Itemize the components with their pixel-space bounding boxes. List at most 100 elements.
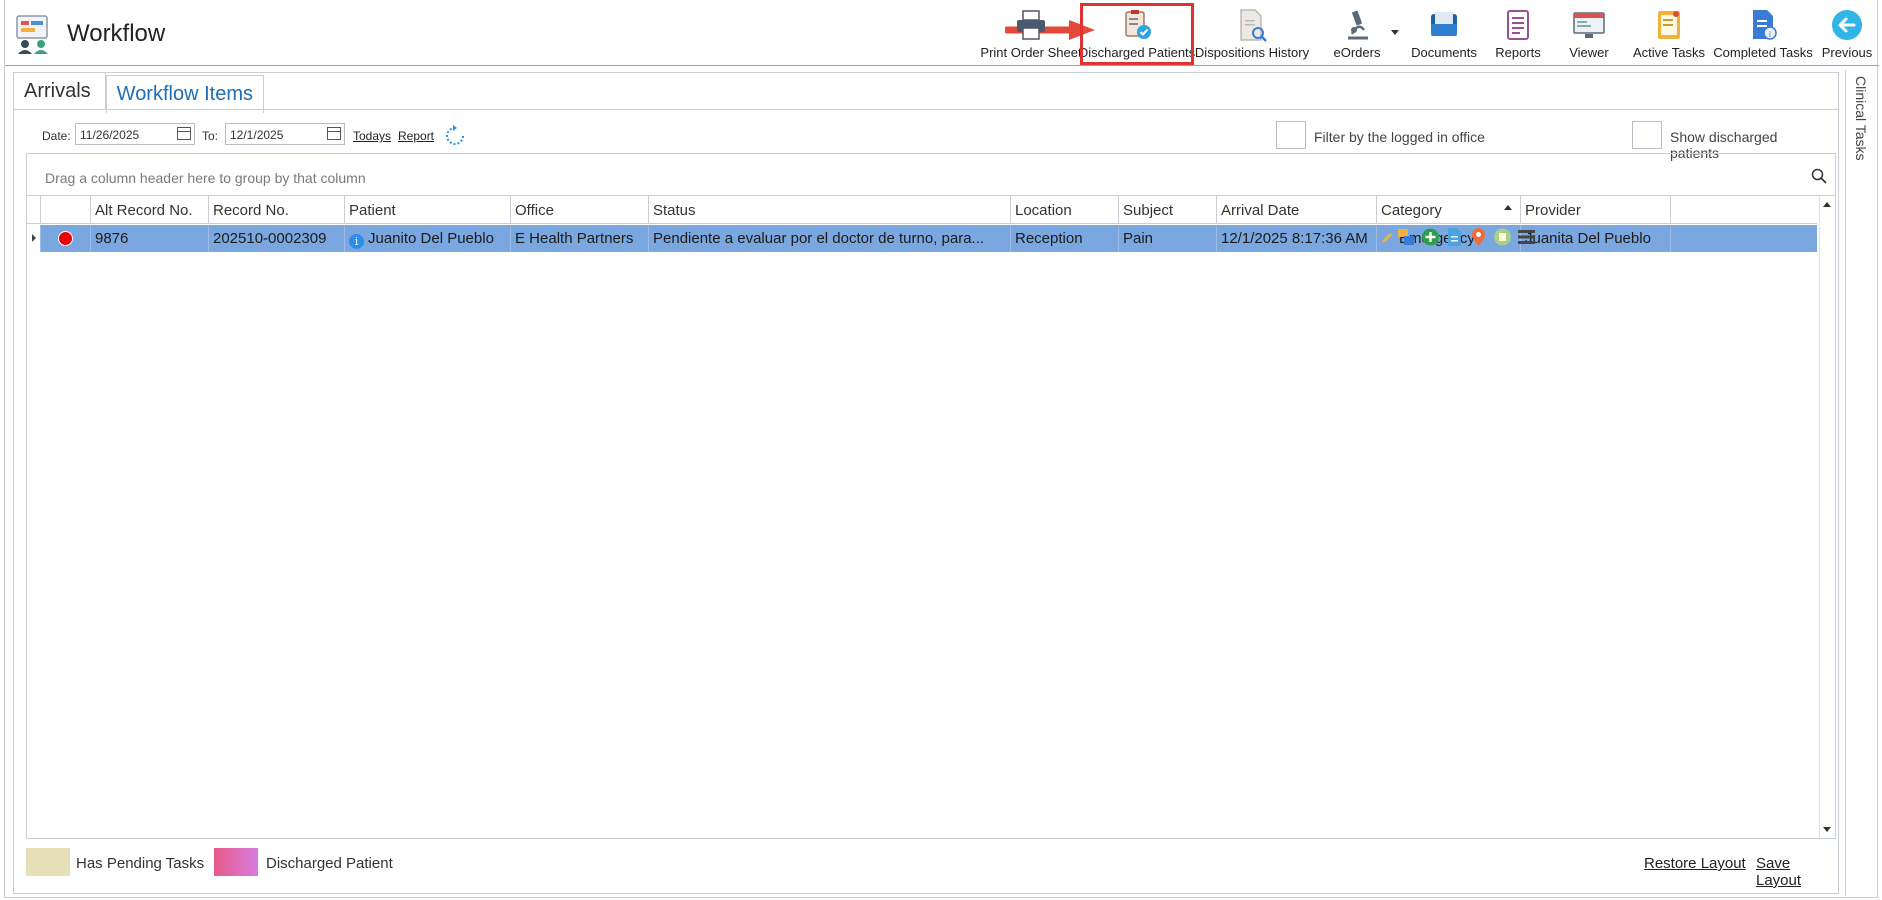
restore-layout-link[interactable]: Restore Layout <box>1644 855 1746 872</box>
previous-label: Previous <box>1821 45 1873 60</box>
viewer-button[interactable]: Viewer <box>1551 4 1627 64</box>
location-pin-icon[interactable] <box>1469 227 1488 247</box>
group-by-panel[interactable]: Drag a column header here to group by th… <box>27 154 1835 196</box>
cell-arrival-date: 12/1/2025 8:17:36 AM <box>1217 225 1377 252</box>
filter-office-label: Filter by the logged in office <box>1314 129 1485 145</box>
notes-icon[interactable] <box>1493 227 1512 247</box>
calendar-icon[interactable] <box>327 127 341 140</box>
cell-patient: i Juanito Del Pueblo <box>345 225 511 252</box>
print-order-sheet-label: Print Order Sheet <box>980 45 1082 60</box>
column-header-record-no[interactable]: Record No. <box>209 196 345 224</box>
transfer-icon[interactable] <box>1397 227 1416 247</box>
eorders-button[interactable]: eOrders <box>1311 4 1403 64</box>
svg-text:i: i <box>1769 30 1771 39</box>
scroll-down-icon[interactable] <box>1823 827 1831 832</box>
printer-icon <box>1017 10 1045 40</box>
microscope-icon <box>1348 10 1368 40</box>
workflow-app-icon <box>16 15 48 54</box>
completed-tasks-button[interactable]: i Completed Tasks <box>1711 4 1815 64</box>
pencil-icon <box>1382 233 1392 243</box>
column-header-actions <box>1671 196 1817 224</box>
header-status-dot[interactable] <box>41 196 91 224</box>
column-header-provider[interactable]: Provider <box>1521 196 1671 224</box>
vertical-scrollbar[interactable] <box>1819 196 1835 838</box>
sort-ascending-icon <box>1504 205 1512 210</box>
documents-button[interactable]: Documents <box>1403 4 1485 64</box>
reports-label: Reports <box>1495 45 1541 60</box>
clinical-tasks-tab[interactable]: Clinical Tasks <box>1853 76 1869 161</box>
row-expand-icon[interactable] <box>32 234 36 242</box>
row-indent-cell <box>27 225 41 252</box>
column-header-subject[interactable]: Subject <box>1119 196 1217 224</box>
save-layout-link[interactable]: Save Layout <box>1756 855 1836 889</box>
main-panel: Arrivals Workflow Items Date: 11/26/2025… <box>13 72 1839 894</box>
row-actions <box>1397 227 1536 247</box>
legend-bar: Has Pending Tasks Discharged Patient Res… <box>26 845 1836 889</box>
header-indent <box>27 196 41 224</box>
dispositions-history-button[interactable]: Dispositions History <box>1193 4 1311 64</box>
document-icon[interactable] <box>1445 227 1464 247</box>
column-header-category-label: Category <box>1381 202 1442 219</box>
print-order-sheet-button[interactable]: Print Order Sheet <box>980 4 1082 64</box>
show-discharged-checkbox[interactable] <box>1632 121 1662 149</box>
documents-label: Documents <box>1411 45 1477 60</box>
completed-tasks-label: Completed Tasks <box>1713 45 1813 60</box>
discharged-patients-button[interactable]: Discharged Patients <box>1078 3 1196 65</box>
cell-location: Reception <box>1011 225 1119 252</box>
discharged-patients-label: Discharged Patients <box>1078 45 1196 60</box>
todays-link[interactable]: Todays <box>353 129 391 143</box>
pending-tasks-label: Has Pending Tasks <box>76 855 205 872</box>
previous-button[interactable]: Previous <box>1815 4 1879 64</box>
column-header-alt-record[interactable]: Alt Record No. <box>91 196 209 224</box>
date-to-value: 12/1/2025 <box>230 128 284 142</box>
active-tasks-icon <box>1658 11 1680 39</box>
reports-button[interactable]: Reports <box>1485 4 1551 64</box>
workflow-window: Workflow Print Order Sheet Discharged Pa… <box>4 0 1879 898</box>
column-header-patient[interactable]: Patient <box>345 196 511 224</box>
pending-tasks-swatch <box>26 848 70 876</box>
date-from-input[interactable]: 11/26/2025 <box>75 123 195 145</box>
scroll-up-icon[interactable] <box>1823 202 1831 207</box>
back-arrow-icon <box>1832 10 1862 40</box>
column-header-location[interactable]: Location <box>1011 196 1119 224</box>
eorders-dropdown-icon[interactable] <box>1391 30 1399 36</box>
column-header-category[interactable]: Category <box>1377 196 1521 224</box>
red-status-dot-icon <box>58 231 73 246</box>
refresh-icon[interactable] <box>442 123 468 149</box>
cell-alt-record-no: 9876 <box>91 225 209 252</box>
discharged-patient-label: Discharged Patient <box>266 855 393 872</box>
info-icon[interactable]: i <box>349 234 364 249</box>
cell-record-no: 202510-0002309 <box>209 225 345 252</box>
column-header-arrival-date[interactable]: Arrival Date <box>1217 196 1377 224</box>
cell-office: E Health Partners <box>511 225 649 252</box>
add-circle-icon[interactable] <box>1421 227 1440 247</box>
patient-name: Juanito Del Pueblo <box>368 230 494 247</box>
tab-arrivals[interactable]: Arrivals <box>14 73 106 109</box>
filter-office-checkbox[interactable] <box>1276 121 1306 149</box>
documents-tray-icon <box>1431 12 1457 36</box>
search-icon[interactable] <box>1811 168 1827 184</box>
menu-icon[interactable] <box>1517 227 1536 247</box>
report-icon <box>1507 10 1529 40</box>
document-search-icon <box>1240 9 1267 42</box>
row-status-cell <box>41 225 91 252</box>
discharged-clipboard-icon <box>1125 10 1151 39</box>
monitor-icon <box>1573 12 1605 38</box>
cell-provider: Juanita Del Pueblo <box>1521 225 1671 252</box>
dispositions-history-label: Dispositions History <box>1194 45 1310 60</box>
active-tasks-button[interactable]: Active Tasks <box>1627 4 1711 64</box>
tab-workflow-items[interactable]: Workflow Items <box>105 75 264 113</box>
table-row[interactable]: 9876 202510-0002309 i Juanito Del Pueblo … <box>27 225 1817 252</box>
report-link[interactable]: Report <box>398 129 434 143</box>
calendar-icon[interactable] <box>177 127 191 140</box>
column-header-office[interactable]: Office <box>511 196 649 224</box>
group-by-hint: Drag a column header here to group by th… <box>45 170 366 186</box>
workflow-grid: Drag a column header here to group by th… <box>26 153 1836 839</box>
tab-underline <box>14 109 1838 110</box>
date-from-value: 11/26/2025 <box>80 128 140 142</box>
to-label: To: <box>202 129 219 143</box>
column-header-status[interactable]: Status <box>649 196 1011 224</box>
date-to-input[interactable]: 12/1/2025 <box>225 123 345 145</box>
date-label: Date: <box>42 129 71 143</box>
page-title: Workflow <box>67 20 166 47</box>
